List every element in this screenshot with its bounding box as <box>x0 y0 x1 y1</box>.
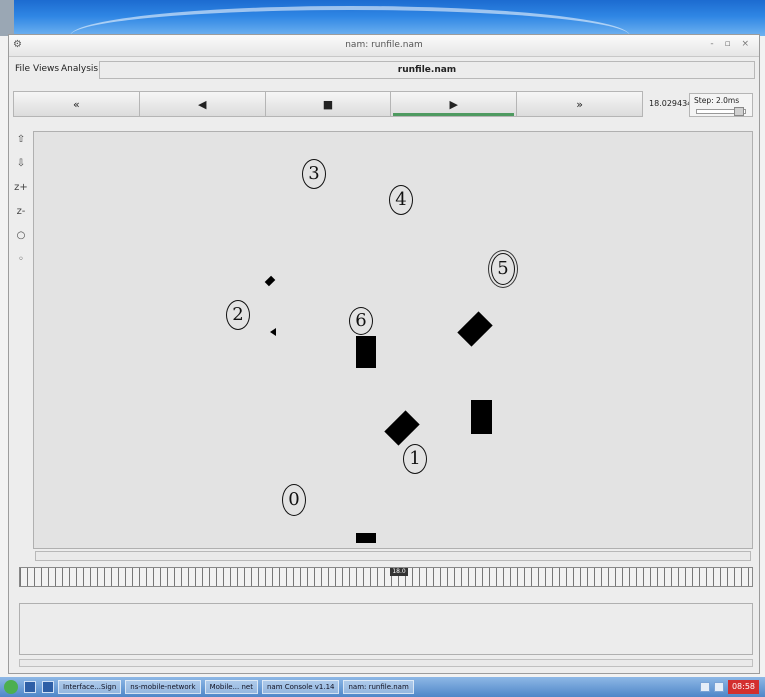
taskbar-task-4[interactable]: nam Console v1.14 <box>261 680 340 694</box>
circle-tool-icon[interactable]: ○ <box>13 227 29 245</box>
zoom-plus-icon[interactable]: z+ <box>13 179 29 197</box>
start-button[interactable] <box>4 680 18 694</box>
taskbar-app-icon[interactable] <box>24 681 36 693</box>
zoom-out-icon[interactable]: ⇩ <box>13 155 29 173</box>
play-button[interactable]: ▶ <box>391 92 518 116</box>
network-node-1[interactable]: 1 <box>403 444 427 474</box>
nam-window: ⚙ nam: runfile.nam - ▫ × File Views Anal… <box>8 34 760 674</box>
time-display: 18.029434 <box>649 99 693 108</box>
network-node-3[interactable]: 3 <box>302 159 326 189</box>
menu-views[interactable]: Views <box>33 64 59 74</box>
network-node-2[interactable]: 2 <box>226 300 250 330</box>
packet-box-bottom <box>356 533 376 543</box>
taskbar-clock[interactable]: 08:58 <box>727 680 759 694</box>
system-tray: 08:58 <box>696 680 759 694</box>
taskbar: Interface...Sign ns-mobile-network Mobil… <box>0 677 765 697</box>
canvas-horizontal-scrollbar[interactable] <box>35 551 751 561</box>
menu-analysis[interactable]: Analysis <box>61 64 98 74</box>
log-pane <box>19 603 753 655</box>
taskbar-task-5[interactable]: nam: runfile.nam <box>343 680 414 694</box>
network-node-0[interactable]: 0 <box>282 484 306 516</box>
network-node-5[interactable]: 5 <box>488 250 518 288</box>
zoom-toolstrip: ⇧ ⇩ z+ z- ○ ◦ <box>13 131 31 611</box>
step-control: Step: 2.0ms <box>689 93 753 117</box>
wallpaper-corner <box>0 0 14 36</box>
timeline-marker[interactable]: 18.0 <box>390 568 408 576</box>
packet-box-node6 <box>356 336 376 368</box>
timeline-slider[interactable]: 18.0 <box>19 567 753 587</box>
fast-forward-button[interactable]: » <box>517 92 642 116</box>
file-name-display: runfile.nam <box>99 61 755 79</box>
volume-tray-icon[interactable] <box>713 682 724 692</box>
packet-diamond-node1 <box>384 410 420 446</box>
packet-diamond-small <box>264 275 276 287</box>
step-back-button[interactable]: ◀ <box>139 92 266 116</box>
log-scrollbar[interactable] <box>19 659 753 667</box>
point-tool-icon[interactable]: ◦ <box>13 251 29 269</box>
step-label: Step: 2.0ms <box>694 96 740 105</box>
stop-button[interactable]: ■ <box>265 92 392 116</box>
taskbar-task-2[interactable]: ns-mobile-network <box>125 680 201 694</box>
zoom-minus-icon[interactable]: z- <box>13 203 29 221</box>
menu-file[interactable]: File <box>15 64 30 74</box>
desktop-wallpaper <box>0 0 765 36</box>
title-bar: ⚙ nam: runfile.nam - ▫ × <box>9 35 759 57</box>
network-node-6[interactable]: 6 <box>349 307 373 335</box>
network-tray-icon[interactable] <box>699 682 710 692</box>
packet-triangle <box>270 328 276 336</box>
taskbar-task-3[interactable]: Mobile... net <box>204 680 258 694</box>
step-slider-thumb[interactable] <box>734 107 744 116</box>
playback-controls: « ◀ ■ ▶ » <box>13 91 643 117</box>
packet-box-right <box>471 400 492 434</box>
menu-bar: File Views Analysis runfile.nam <box>9 59 759 81</box>
packet-diamond-right <box>457 311 493 347</box>
network-node-4[interactable]: 4 <box>389 185 413 215</box>
network-canvas[interactable]: 3 4 5 2 6 1 0 <box>33 131 753 549</box>
taskbar-task-1[interactable]: Interface...Sign <box>58 680 122 694</box>
rewind-button[interactable]: « <box>14 92 140 116</box>
zoom-in-icon[interactable]: ⇧ <box>13 131 29 149</box>
window-title: nam: runfile.nam <box>345 40 423 50</box>
window-controls[interactable]: - ▫ × <box>710 39 753 49</box>
taskbar-folder-icon[interactable] <box>42 681 54 693</box>
